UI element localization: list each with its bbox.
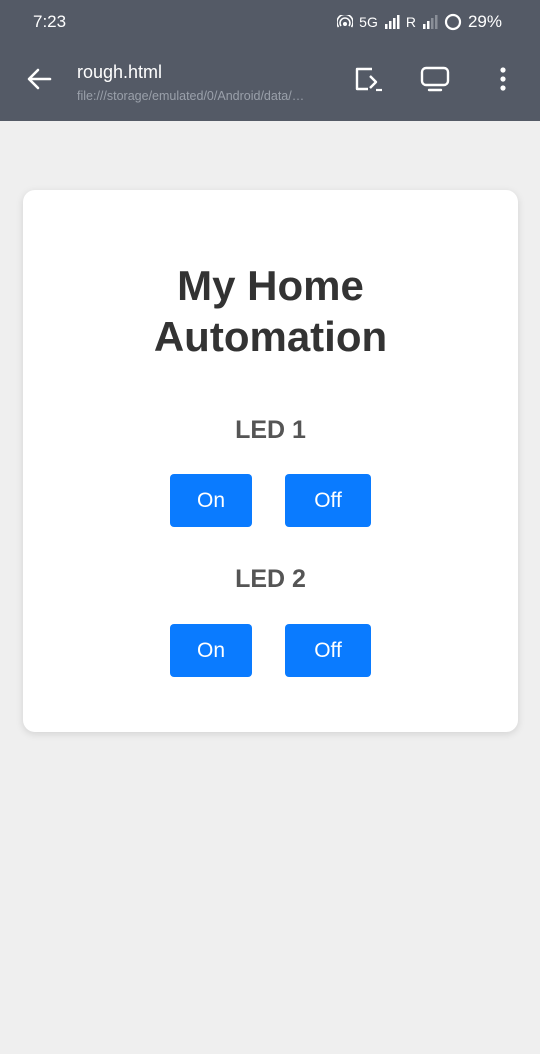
status-bar: 7:23 5G R 29% xyxy=(0,0,540,44)
led-1-off-button[interactable]: Off xyxy=(285,474,371,527)
battery-icon xyxy=(444,13,462,31)
cast-screen-icon xyxy=(420,66,450,97)
led-2-on-button[interactable]: On xyxy=(170,624,252,677)
status-time: 7:23 xyxy=(33,12,67,31)
hotspot-icon xyxy=(337,15,354,29)
status-icons: 5G R 29% xyxy=(337,12,502,32)
led-1-on-button[interactable]: On xyxy=(170,474,252,527)
cast-screen-button[interactable] xyxy=(420,66,450,96)
heading-line-2: Automation xyxy=(153,313,388,360)
back-button[interactable] xyxy=(22,64,56,98)
battery-percentage: 29% xyxy=(467,12,502,31)
automation-card: My Home Automation LED 1 On Off LED 2 On… xyxy=(23,190,518,732)
more-options-button[interactable] xyxy=(488,66,518,96)
led-2-off-button[interactable]: Off xyxy=(285,624,371,677)
app-bar: rough.html file:///storage/emulated/0/An… xyxy=(0,44,540,121)
network-type: 5G xyxy=(359,14,378,30)
page-heading: My Home Automation xyxy=(23,260,518,362)
share-icon xyxy=(354,66,384,97)
roaming-indicator: R xyxy=(405,14,416,30)
page-url: file:///storage/emulated/0/Android/data/… xyxy=(77,89,305,103)
page-title: rough.html xyxy=(77,62,163,82)
more-vert-icon xyxy=(499,66,507,97)
share-button[interactable] xyxy=(354,66,384,96)
led-2-label: LED 2 xyxy=(235,565,306,593)
signal-weak-icon xyxy=(422,15,438,29)
heading-line-1: My Home xyxy=(177,262,364,309)
title-area: rough.html file:///storage/emulated/0/An… xyxy=(77,61,342,103)
signal-icon xyxy=(384,15,400,29)
led-1-label: LED 1 xyxy=(235,416,306,444)
back-arrow-icon xyxy=(26,68,52,95)
